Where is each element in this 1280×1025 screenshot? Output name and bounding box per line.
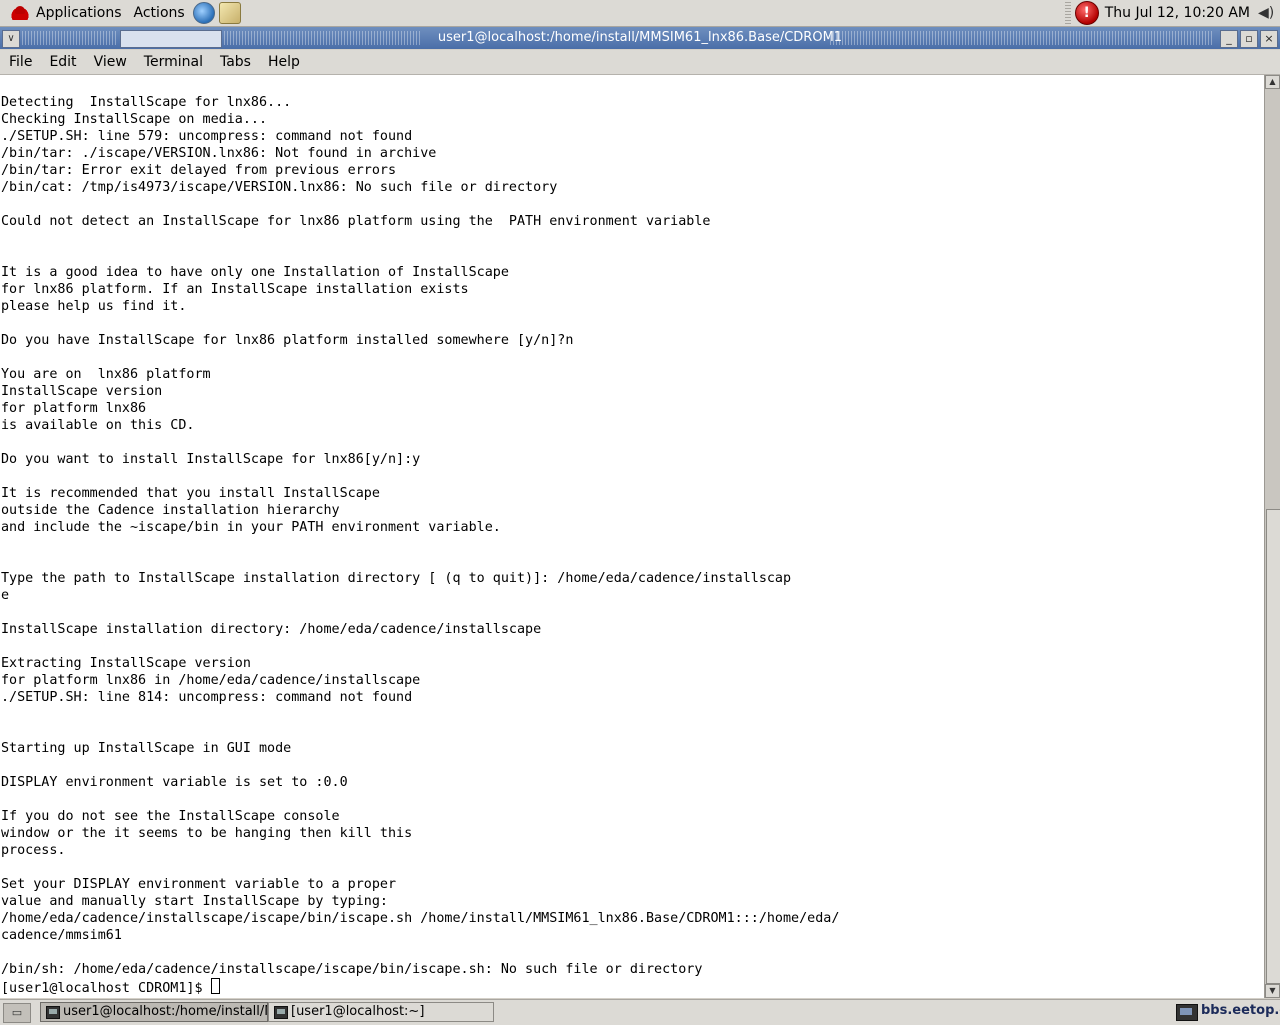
terminal-icon — [274, 1006, 288, 1019]
actions-menu[interactable]: Actions — [128, 0, 191, 26]
menubar: File Edit View Terminal Tabs Help — [0, 50, 1280, 75]
applications-label: Applications — [36, 5, 122, 21]
taskbar-item-label: user1@localhost:/home/install/MM — [63, 1004, 268, 1019]
terminal-text: Detecting InstallScape for lnx86... Chec… — [0, 94, 839, 997]
volume-icon[interactable]: ◀) — [1258, 5, 1274, 21]
watermark: bbs.eetop.cn — [1201, 1003, 1280, 1018]
applications-menu[interactable]: Applications — [0, 0, 128, 26]
menu-help[interactable]: Help — [259, 54, 308, 70]
scroll-down-arrow[interactable]: ▼ — [1265, 984, 1280, 998]
redhat-icon — [10, 6, 30, 20]
bottom-taskbar: ▭ user1@localhost:/home/install/MM [user… — [0, 999, 1280, 1025]
web-browser-icon[interactable] — [192, 2, 215, 24]
taskbar-item-label: [user1@localhost:~] — [291, 1004, 425, 1019]
terminal-icon — [46, 1006, 60, 1019]
menu-view[interactable]: View — [85, 54, 135, 70]
actions-label: Actions — [133, 5, 185, 21]
alert-icon[interactable]: ! — [1074, 1, 1099, 25]
panel-handle[interactable] — [1064, 2, 1071, 24]
menu-terminal[interactable]: Terminal — [135, 54, 211, 70]
menu-edit[interactable]: Edit — [40, 54, 84, 70]
terminal-prompt: [user1@localhost CDROM1]$ — [1, 981, 211, 996]
show-desktop-button[interactable]: ▭ — [3, 1003, 31, 1023]
minimize-button[interactable]: _ — [1220, 30, 1238, 48]
menu-tabs[interactable]: Tabs — [211, 54, 259, 70]
terminal-area[interactable]: Detecting InstallScape for lnx86... Chec… — [0, 75, 1264, 998]
clock[interactable]: Thu Jul 12, 10:20 AM — [1105, 5, 1250, 21]
menu-file[interactable]: File — [0, 54, 40, 70]
taskbar-item-terminal-2[interactable]: [user1@localhost:~] — [268, 1002, 494, 1022]
scroll-thumb[interactable] — [1266, 509, 1280, 984]
terminal-cursor — [210, 978, 220, 994]
notes-icon[interactable] — [218, 2, 241, 24]
maximize-button[interactable]: ▫ — [1240, 30, 1258, 48]
window-title: user1@localhost:/home/install/MMSIM61_ln… — [437, 30, 843, 45]
tray-monitor-icon[interactable] — [1176, 1004, 1198, 1021]
close-button[interactable]: × — [1260, 30, 1278, 48]
terminal-output: Detecting InstallScape for lnx86... Chec… — [1, 95, 840, 977]
top-panel: Applications Actions ! Thu Jul 12, 10:20… — [0, 0, 1280, 27]
window-titlebar[interactable]: ∨ user1@localhost:/home/install/MMSIM61_… — [0, 27, 1280, 49]
vertical-scrollbar[interactable]: ▲ ▼ — [1264, 75, 1280, 998]
taskbar-item-terminal-1[interactable]: user1@localhost:/home/install/MM — [40, 1002, 268, 1022]
scroll-up-arrow[interactable]: ▲ — [1265, 75, 1280, 89]
